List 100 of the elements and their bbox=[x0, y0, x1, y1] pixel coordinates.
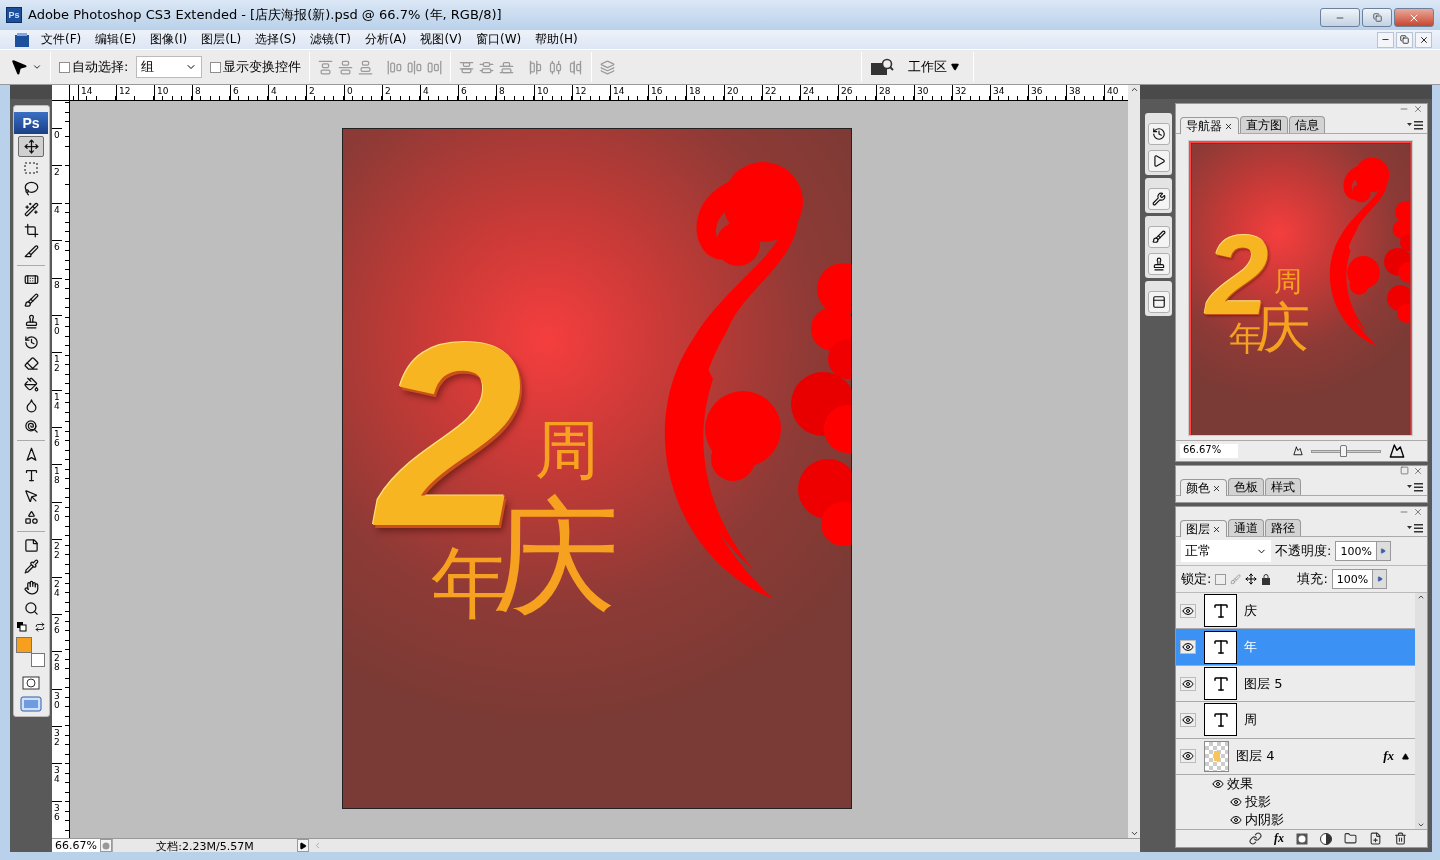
eye-icon[interactable] bbox=[1230, 796, 1242, 809]
menu-item[interactable]: 选择(S) bbox=[248, 31, 304, 48]
close-icon[interactable] bbox=[1413, 466, 1423, 476]
eye-icon[interactable] bbox=[1212, 778, 1224, 791]
panel-menu-icon[interactable] bbox=[1407, 481, 1423, 492]
menu-item[interactable]: 视图(V) bbox=[413, 31, 470, 48]
panel-tab[interactable]: 导航器 bbox=[1180, 117, 1239, 134]
menu-item[interactable]: 帮助(H) bbox=[528, 31, 585, 48]
scrollbar[interactable] bbox=[1415, 593, 1427, 829]
actions-button[interactable] bbox=[1147, 150, 1170, 172]
panel-tab[interactable]: 样式 bbox=[1265, 478, 1301, 495]
panel-tab[interactable]: 颜色 bbox=[1180, 479, 1227, 496]
panel-tab[interactable]: 色板 bbox=[1228, 478, 1264, 495]
zoom-in-icon[interactable] bbox=[1389, 443, 1405, 459]
zoom-field[interactable]: 66.67% bbox=[52, 839, 100, 852]
visibility-toggle[interactable] bbox=[1180, 712, 1196, 727]
history-button[interactable] bbox=[1147, 123, 1170, 145]
zoom-out-icon[interactable] bbox=[1293, 446, 1303, 456]
opacity-field[interactable]: 100% bbox=[1335, 541, 1391, 561]
slider-thumb[interactable] bbox=[1339, 444, 1347, 457]
background-swatch[interactable] bbox=[31, 653, 45, 667]
brushes-button[interactable] bbox=[1147, 226, 1170, 248]
layer-row[interactable]: 图层 4 fx bbox=[1176, 738, 1415, 776]
mask-icon[interactable] bbox=[1296, 832, 1308, 845]
panel-menu-icon[interactable] bbox=[1407, 119, 1423, 130]
tool-presets-button[interactable] bbox=[1147, 188, 1170, 210]
menu-item[interactable]: 分析(A) bbox=[357, 31, 414, 48]
panel-menu-icon[interactable] bbox=[1407, 522, 1423, 533]
layer-row[interactable]: 庆 bbox=[1176, 593, 1415, 630]
clone-source-button[interactable] bbox=[1147, 253, 1170, 275]
restore-button[interactable] bbox=[1396, 31, 1413, 48]
lock-icon[interactable] bbox=[1261, 573, 1272, 585]
menu-item[interactable]: 文件(F) bbox=[34, 31, 89, 48]
checkbox[interactable]: 显示变换控件 bbox=[210, 58, 302, 76]
quick-mask-icon[interactable] bbox=[22, 676, 40, 690]
minimize-button[interactable] bbox=[1377, 31, 1394, 48]
checkbox-box[interactable] bbox=[210, 61, 222, 73]
scroll-up-icon bbox=[1417, 593, 1425, 601]
blend-mode-dropdown[interactable]: 正常 bbox=[1181, 540, 1271, 562]
checkbox-box[interactable] bbox=[59, 61, 70, 73]
panel-tab[interactable]: 路径 bbox=[1265, 519, 1301, 536]
layer-comps-button[interactable] bbox=[1147, 291, 1170, 313]
ruler-label: 24 bbox=[52, 576, 62, 614]
lock-position-icon[interactable] bbox=[1245, 573, 1258, 585]
workspace-button[interactable]: 工作区 bbox=[902, 58, 966, 76]
panel-tab[interactable]: 通道 bbox=[1228, 519, 1264, 536]
ruler-label: 0 bbox=[52, 128, 62, 166]
ruler-label: 26 bbox=[52, 613, 62, 652]
scroll-up-icon[interactable] bbox=[1129, 85, 1139, 94]
checkbox[interactable]: 自动选择: bbox=[59, 58, 129, 76]
adjustment-icon[interactable] bbox=[1320, 832, 1332, 845]
crop-icon bbox=[23, 223, 39, 238]
zoom-field[interactable]: 66.67% bbox=[1180, 444, 1238, 458]
panel-tab[interactable]: 图层 bbox=[1180, 520, 1227, 537]
maximize-button[interactable] bbox=[1362, 8, 1392, 27]
scroll-down-icon[interactable] bbox=[1129, 829, 1139, 838]
new-layer-icon[interactable] bbox=[1369, 832, 1382, 845]
visibility-toggle[interactable] bbox=[1180, 603, 1196, 618]
ruler-origin[interactable] bbox=[52, 85, 70, 101]
folder-icon[interactable] bbox=[1344, 832, 1357, 845]
eye-icon[interactable] bbox=[1230, 814, 1242, 827]
close-icon[interactable] bbox=[1413, 507, 1423, 517]
menu-item[interactable]: 图像(I) bbox=[143, 31, 195, 48]
tool-button[interactable] bbox=[18, 136, 44, 157]
folder-search-icon[interactable] bbox=[870, 57, 895, 77]
status-arrow-button[interactable] bbox=[297, 839, 309, 852]
menu-item[interactable]: 编辑(E) bbox=[88, 31, 144, 48]
collapse-icon[interactable] bbox=[1402, 752, 1409, 760]
visibility-toggle[interactable] bbox=[1180, 676, 1196, 691]
dropdown[interactable]: 组 bbox=[136, 56, 203, 78]
trash-icon[interactable] bbox=[1394, 832, 1407, 845]
arrow-button[interactable] bbox=[1372, 570, 1387, 588]
visibility-toggle[interactable] bbox=[1180, 640, 1196, 655]
arrow-button[interactable] bbox=[1375, 542, 1390, 560]
menu-item[interactable]: 滤镜(T) bbox=[303, 31, 358, 48]
circle-icon bbox=[102, 841, 110, 850]
swap-icon[interactable] bbox=[35, 622, 45, 632]
move-tool-icon[interactable] bbox=[10, 58, 28, 76]
minimize-button[interactable] bbox=[1320, 8, 1360, 27]
layer-row[interactable]: 周 bbox=[1176, 702, 1415, 739]
close-icon[interactable] bbox=[1413, 104, 1423, 114]
layer-row[interactable]: 图层 5 bbox=[1176, 665, 1415, 703]
lollipop-icon bbox=[23, 419, 39, 434]
close-button[interactable] bbox=[1415, 31, 1432, 48]
fill-field[interactable]: 100% bbox=[1331, 569, 1388, 589]
visibility-toggle[interactable] bbox=[1180, 749, 1196, 764]
menu-item[interactable]: 窗口(W) bbox=[469, 31, 529, 48]
add-style-button[interactable]: fx bbox=[1274, 831, 1284, 846]
foreground-swatch[interactable] bbox=[16, 637, 32, 653]
panel-tab[interactable]: 直方图 bbox=[1240, 116, 1288, 133]
link-icon[interactable] bbox=[1249, 832, 1262, 845]
menu-item[interactable]: 图层(L) bbox=[194, 31, 249, 48]
caret-icon[interactable] bbox=[32, 62, 42, 72]
panel-grip[interactable] bbox=[10, 85, 52, 99]
layer-name: 庆 bbox=[1244, 601, 1258, 620]
screen-mode-icon[interactable] bbox=[20, 696, 42, 712]
default-colors-icon[interactable] bbox=[17, 622, 27, 632]
panel-tab[interactable]: 信息 bbox=[1289, 116, 1325, 133]
hand-icon bbox=[23, 580, 39, 595]
status-menu-button[interactable] bbox=[100, 839, 112, 852]
